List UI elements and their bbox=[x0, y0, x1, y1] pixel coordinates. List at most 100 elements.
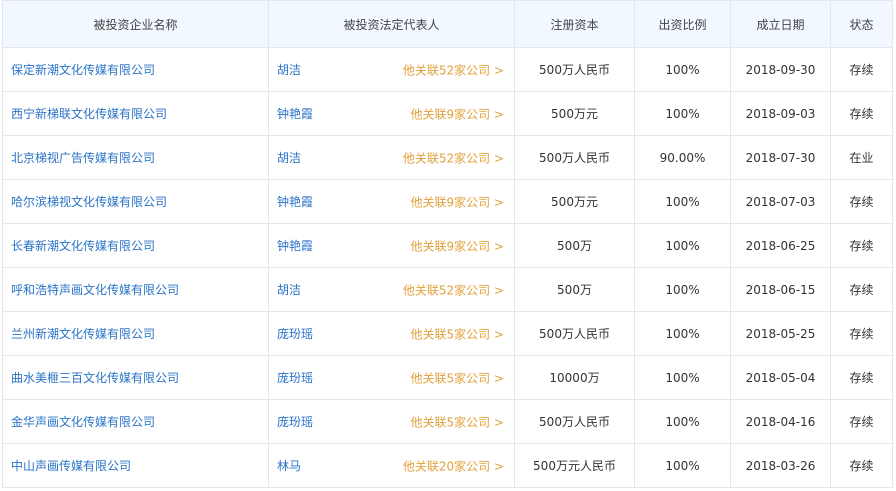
company-name-link[interactable]: 西宁新梯联文化传媒有限公司 bbox=[11, 107, 167, 121]
related-companies-link[interactable]: 他关联20家公司 > bbox=[403, 457, 504, 474]
investment-ratio-cell: 90.00% bbox=[634, 135, 731, 180]
registered-capital-cell: 500万人民币 bbox=[514, 311, 635, 356]
company-cell: 西宁新梯联文化传媒有限公司 bbox=[2, 91, 269, 136]
header-registered-capital: 注册资本 bbox=[514, 0, 635, 48]
table-row: 中山声画传媒有限公司 林马 他关联20家公司 > 500万元人民币 100% 2018-0… bbox=[2, 443, 893, 488]
table-body: 保定新潮文化传媒有限公司 胡洁 他关联52家公司 >500万人民币 100% 2018-… bbox=[2, 47, 893, 488]
company-name-link[interactable]: 北京梯视广告传媒有限公司 bbox=[11, 151, 155, 165]
table-row: 西宁新梯联文化传媒有限公司 钟艳霞 他关联9家公司 > 500万元 100% 2018-0… bbox=[2, 91, 893, 136]
table-row: 保定新潮文化传媒有限公司 胡洁 他关联52家公司 > 500万人民币 100% 2018-… bbox=[2, 47, 893, 92]
legal-rep-link[interactable]: 庞玢瑶 bbox=[277, 415, 313, 429]
table-row: 曲水美榧三百文化传媒有限公司 庞玢瑶 他关联5家公司 > 10000万 100% 2018… bbox=[2, 355, 893, 400]
table-row: 哈尔滨梯视文化传媒有限公司 钟艳霞 他关联9家公司 > 500万元 100% 2018-0… bbox=[2, 179, 893, 224]
established-date-cell: 2018-07-03 bbox=[730, 179, 831, 224]
company-name-link[interactable]: 哈尔滨梯视文化传媒有限公司 bbox=[11, 195, 167, 209]
company-name-link[interactable]: 金华声画文化传媒有限公司 bbox=[11, 415, 155, 429]
status-badge: 存续 bbox=[830, 443, 893, 488]
related-companies-link[interactable]: 他关联5家公司 > bbox=[410, 413, 504, 430]
header-status: 状态 bbox=[830, 0, 893, 48]
legal-rep-cell: 钟艳霞 他关联9家公司 > bbox=[268, 223, 515, 268]
company-cell: 哈尔滨梯视文化传媒有限公司 bbox=[2, 179, 269, 224]
legal-rep-cell: 胡洁 他关联52家公司 > bbox=[268, 267, 515, 312]
table-row: 兰州新潮文化传媒有限公司 庞玢瑶 他关联5家公司 > 500万人民币 100% 2018-… bbox=[2, 311, 893, 356]
established-date-cell: 2018-06-25 bbox=[730, 223, 831, 268]
table-row: 金华声画文化传媒有限公司 庞玢瑶 他关联5家公司 > 500万人民币 100% 2018-… bbox=[2, 399, 893, 444]
table-row: 长春新潮文化传媒有限公司 钟艳霞 他关联9家公司 > 500万 100% 2018-06-… bbox=[2, 223, 893, 268]
investment-ratio-cell: 100% bbox=[634, 179, 731, 224]
registered-capital-cell: 500万人民币 bbox=[514, 399, 635, 444]
status-badge: 存续 bbox=[830, 179, 893, 224]
legal-rep-link[interactable]: 钟艳霞 bbox=[277, 195, 313, 209]
table-row: 北京梯视广告传媒有限公司 胡洁 他关联52家公司 > 500万人民币 90.00% 201… bbox=[2, 135, 893, 180]
header-legal-rep: 被投资法定代表人 bbox=[268, 0, 515, 48]
related-companies-link[interactable]: 他关联52家公司 > bbox=[403, 61, 504, 78]
company-name-link[interactable]: 保定新潮文化传媒有限公司 bbox=[11, 63, 155, 77]
registered-capital-cell: 500万元 bbox=[514, 91, 635, 136]
legal-rep-link[interactable]: 庞玢瑶 bbox=[277, 371, 313, 385]
legal-rep-cell: 钟艳霞 他关联9家公司 > bbox=[268, 91, 515, 136]
related-companies-link[interactable]: 他关联9家公司 > bbox=[410, 193, 504, 210]
registered-capital-cell: 500万元 bbox=[514, 179, 635, 224]
status-badge: 存续 bbox=[830, 399, 893, 444]
company-name-link[interactable]: 中山声画传媒有限公司 bbox=[11, 459, 131, 473]
company-cell: 保定新潮文化传媒有限公司 bbox=[2, 47, 269, 92]
legal-rep-link[interactable]: 钟艳霞 bbox=[277, 107, 313, 121]
company-name-link[interactable]: 呼和浩特声画文化传媒有限公司 bbox=[11, 283, 179, 297]
investment-ratio-cell: 100% bbox=[634, 443, 731, 488]
investment-ratio-cell: 100% bbox=[634, 223, 731, 268]
legal-rep-link[interactable]: 胡洁 bbox=[277, 151, 301, 165]
registered-capital-cell: 10000万 bbox=[514, 355, 635, 400]
company-cell: 中山声画传媒有限公司 bbox=[2, 443, 269, 488]
related-companies-link[interactable]: 他关联5家公司 > bbox=[410, 325, 504, 342]
legal-rep-link[interactable]: 庞玢瑶 bbox=[277, 327, 313, 341]
status-badge: 存续 bbox=[830, 47, 893, 92]
company-cell: 金华声画文化传媒有限公司 bbox=[2, 399, 269, 444]
investment-table: 被投资企业名称 被投资法定代表人 注册资本 出资比例 成立日期 状态 保定新潮文… bbox=[2, 0, 893, 488]
company-cell: 曲水美榧三百文化传媒有限公司 bbox=[2, 355, 269, 400]
registered-capital-cell: 500万人民币 bbox=[514, 135, 635, 180]
investment-ratio-cell: 100% bbox=[634, 47, 731, 92]
header-company: 被投资企业名称 bbox=[2, 0, 269, 48]
company-cell: 长春新潮文化传媒有限公司 bbox=[2, 223, 269, 268]
investment-ratio-cell: 100% bbox=[634, 267, 731, 312]
related-companies-link[interactable]: 他关联9家公司 > bbox=[410, 105, 504, 122]
legal-rep-cell: 庞玢瑶 他关联5家公司 > bbox=[268, 399, 515, 444]
related-companies-link[interactable]: 他关联52家公司 > bbox=[403, 149, 504, 166]
status-badge: 存续 bbox=[830, 267, 893, 312]
table-header: 被投资企业名称 被投资法定代表人 注册资本 出资比例 成立日期 状态 bbox=[2, 0, 893, 48]
company-name-link[interactable]: 兰州新潮文化传媒有限公司 bbox=[11, 327, 155, 341]
legal-rep-cell: 庞玢瑶 他关联5家公司 > bbox=[268, 355, 515, 400]
legal-rep-cell: 庞玢瑶 他关联5家公司 > bbox=[268, 311, 515, 356]
table-row: 呼和浩特声画文化传媒有限公司 胡洁 他关联52家公司 > 500万 100% 2018-0… bbox=[2, 267, 893, 312]
registered-capital-cell: 500万 bbox=[514, 223, 635, 268]
established-date-cell: 2018-05-25 bbox=[730, 311, 831, 356]
legal-rep-link[interactable]: 胡洁 bbox=[277, 63, 301, 77]
established-date-cell: 2018-07-30 bbox=[730, 135, 831, 180]
header-established-date: 成立日期 bbox=[730, 0, 831, 48]
registered-capital-cell: 500万元人民币 bbox=[514, 443, 635, 488]
company-cell: 北京梯视广告传媒有限公司 bbox=[2, 135, 269, 180]
investment-ratio-cell: 100% bbox=[634, 355, 731, 400]
related-companies-link[interactable]: 他关联52家公司 > bbox=[403, 281, 504, 298]
related-companies-link[interactable]: 他关联9家公司 > bbox=[410, 237, 504, 254]
related-companies-link[interactable]: 他关联5家公司 > bbox=[410, 369, 504, 386]
legal-rep-link[interactable]: 林马 bbox=[277, 459, 301, 473]
registered-capital-cell: 500万人民币 bbox=[514, 47, 635, 92]
legal-rep-link[interactable]: 钟艳霞 bbox=[277, 239, 313, 253]
status-badge: 存续 bbox=[830, 355, 893, 400]
investment-ratio-cell: 100% bbox=[634, 399, 731, 444]
company-cell: 呼和浩特声画文化传媒有限公司 bbox=[2, 267, 269, 312]
status-badge: 存续 bbox=[830, 223, 893, 268]
company-name-link[interactable]: 长春新潮文化传媒有限公司 bbox=[11, 239, 155, 253]
established-date-cell: 2018-09-30 bbox=[730, 47, 831, 92]
legal-rep-cell: 胡洁 他关联52家公司 > bbox=[268, 47, 515, 92]
company-name-link[interactable]: 曲水美榧三百文化传媒有限公司 bbox=[11, 371, 179, 385]
legal-rep-link[interactable]: 胡洁 bbox=[277, 283, 301, 297]
header-row: 被投资企业名称 被投资法定代表人 注册资本 出资比例 成立日期 状态 bbox=[2, 0, 893, 48]
established-date-cell: 2018-05-04 bbox=[730, 355, 831, 400]
status-badge: 存续 bbox=[830, 91, 893, 136]
established-date-cell: 2018-06-15 bbox=[730, 267, 831, 312]
legal-rep-cell: 林马 他关联20家公司 > bbox=[268, 443, 515, 488]
status-badge: 在业 bbox=[830, 135, 893, 180]
header-investment-ratio: 出资比例 bbox=[634, 0, 731, 48]
